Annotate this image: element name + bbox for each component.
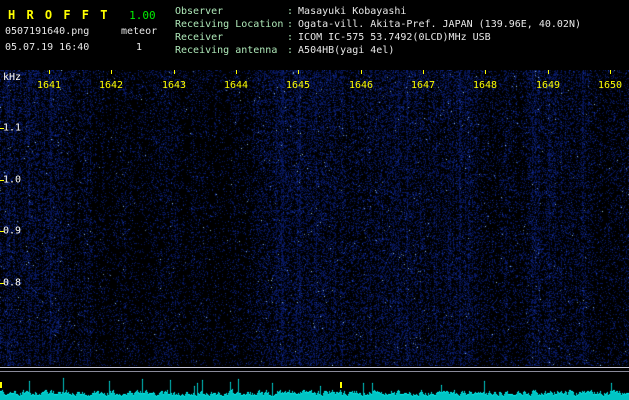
- logo-row: H R O F F T 1.00: [8, 4, 156, 23]
- time-tick-mark: [423, 70, 424, 74]
- info-row-location: Receiving Location: Ogata-vill. Akita-Pre…: [175, 18, 581, 31]
- divider-line: [0, 371, 629, 372]
- time-tick-mark: [111, 70, 112, 74]
- freq-tick-mark: [0, 231, 4, 232]
- time-tick-mark: [236, 70, 237, 74]
- info-label: Observer: [175, 5, 287, 18]
- freq-tick-label: 0.9: [3, 226, 21, 237]
- freq-tick-label: 0.8: [3, 278, 21, 289]
- strip-tick-mark: [340, 382, 342, 388]
- output-filename: 0507191640.png: [5, 26, 89, 37]
- app-version: 1.00: [129, 9, 156, 22]
- info-value: Masayuki Kobayashi: [298, 6, 406, 17]
- freq-tick-label: 1.0: [3, 175, 21, 186]
- time-tick-mark: [361, 70, 362, 74]
- hrofft-output-window: H R O F F T 1.00 0507191640.png meteor 0…: [0, 0, 629, 400]
- freq-tick-mark: [0, 283, 4, 284]
- info-row-antenna: Receiving antenna: A504HB(yagi 4el): [175, 44, 581, 57]
- freq-tick-mark: [0, 128, 4, 129]
- freq-axis-unit-label: kHz: [3, 72, 21, 83]
- info-value: Ogata-vill. Akita-Pref. JAPAN (139.96E, …: [298, 19, 581, 30]
- info-value: ICOM IC-575 53.7492(0LCD)MHz USB: [298, 32, 491, 43]
- freq-tick-label: 1.1: [3, 123, 21, 134]
- time-tick-label: 1648: [473, 80, 497, 91]
- time-tick-mark: [174, 70, 175, 74]
- strip-tick-mark: [0, 382, 2, 388]
- info-label: Receiving antenna: [175, 44, 287, 57]
- app-title: H R O F F T: [8, 8, 109, 22]
- info-separator: :: [287, 6, 293, 17]
- divider-line: [0, 367, 629, 368]
- time-tick-label: 1641: [37, 80, 61, 91]
- info-label: Receiving Location: [175, 18, 287, 31]
- meteor-count: 1: [136, 42, 142, 53]
- time-tick-label: 1644: [224, 80, 248, 91]
- info-separator: :: [287, 45, 293, 56]
- time-tick-label: 1642: [99, 80, 123, 91]
- time-tick-mark: [548, 70, 549, 74]
- mode-label: meteor: [121, 26, 157, 37]
- info-separator: :: [287, 19, 293, 30]
- time-tick-mark: [610, 70, 611, 74]
- observation-datetime: 05.07.19 16:40: [5, 42, 89, 53]
- header: H R O F F T 1.00 0507191640.png meteor 0…: [0, 0, 629, 70]
- time-tick-label: 1645: [286, 80, 310, 91]
- info-label: Receiver: [175, 31, 287, 44]
- freq-tick-mark: [0, 180, 4, 181]
- info-row-observer: Observer: Masayuki Kobayashi: [175, 5, 581, 18]
- time-tick-label: 1649: [536, 80, 560, 91]
- info-row-receiver: Receiver: ICOM IC-575 53.7492(0LCD)MHz US…: [175, 31, 581, 44]
- time-tick-label: 1650: [598, 80, 622, 91]
- time-tick-mark: [298, 70, 299, 74]
- signal-strip-canvas: [0, 373, 629, 400]
- time-tick-mark: [485, 70, 486, 74]
- info-separator: :: [287, 32, 293, 43]
- station-info: Observer: Masayuki Kobayashi Receiving Lo…: [175, 5, 581, 57]
- time-tick-mark: [49, 70, 50, 74]
- info-value: A504HB(yagi 4el): [298, 45, 394, 56]
- time-tick-label: 1646: [349, 80, 373, 91]
- time-tick-label: 1643: [162, 80, 186, 91]
- spectrogram-canvas: [0, 70, 629, 366]
- time-tick-label: 1647: [411, 80, 435, 91]
